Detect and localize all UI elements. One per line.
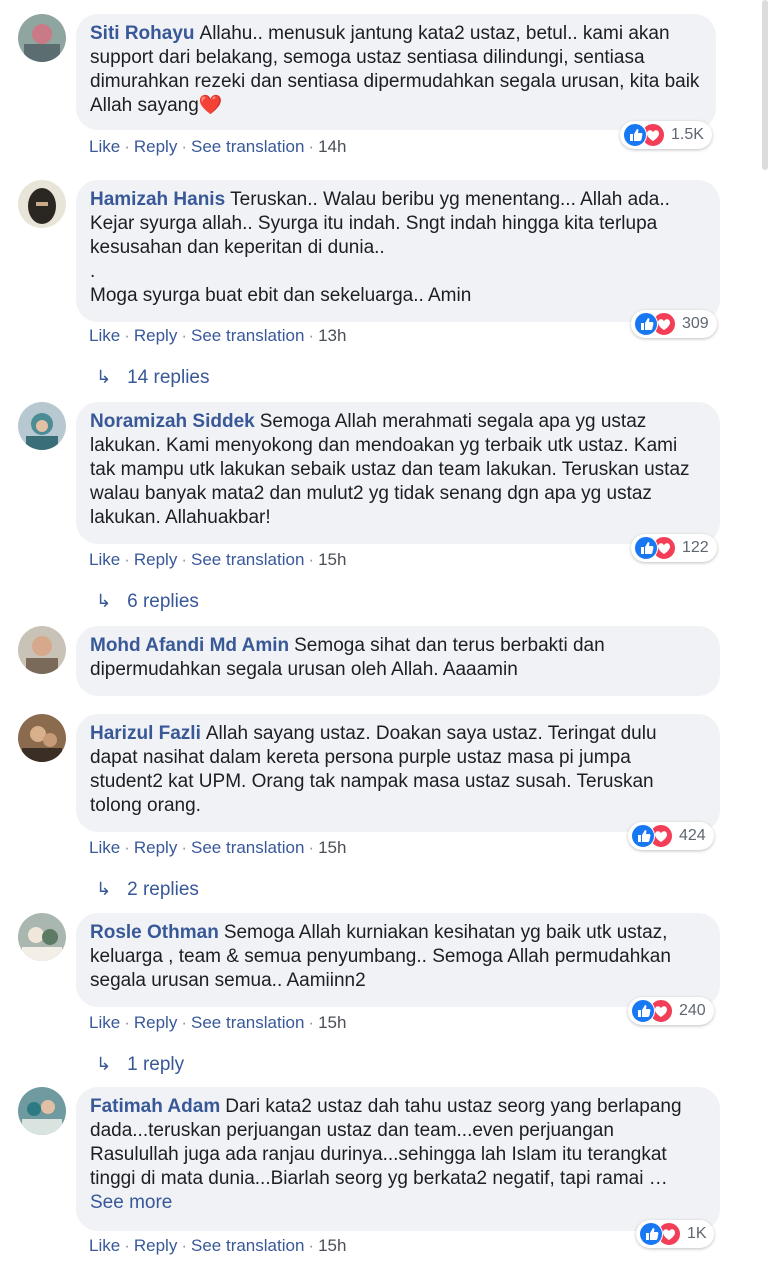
avatar[interactable] <box>18 626 66 674</box>
page-scrollbar[interactable] <box>762 0 768 170</box>
reaction-summary[interactable]: 240 <box>628 997 714 1025</box>
comment-bubble: Siti Rohayu Allahu.. menusuk jantung kata… <box>76 14 716 130</box>
replies-count: 1 reply <box>127 1054 185 1075</box>
replies-count: 2 replies <box>127 879 199 900</box>
replies-count: 6 replies <box>127 591 199 612</box>
comment-author[interactable]: Fatimah Adam <box>90 1096 220 1117</box>
comment-author[interactable]: Siti Rohayu <box>90 23 195 44</box>
see-translation-link[interactable]: See translation <box>191 1013 304 1032</box>
view-replies-link[interactable]: ↳ 1 reply <box>96 1054 184 1076</box>
reply-link[interactable]: Reply <box>134 137 177 156</box>
reaction-summary[interactable]: 1K <box>636 1220 714 1248</box>
reaction-summary[interactable]: 1.5K <box>620 121 712 149</box>
comment-timestamp[interactable]: 13h <box>318 326 346 345</box>
comment-actions: Like · Reply · See translation · 15h <box>89 1236 347 1255</box>
avatar[interactable] <box>18 1087 66 1135</box>
reaction-count: 122 <box>682 539 709 556</box>
reply-link[interactable]: Reply <box>134 1236 177 1255</box>
reply-link[interactable]: Reply <box>134 838 177 857</box>
comment-author[interactable]: Mohd Afandi Md Amin <box>90 635 289 656</box>
comment-timestamp[interactable]: 15h <box>318 1236 346 1255</box>
like-reaction-icon <box>639 1222 663 1246</box>
reaction-count: 1.5K <box>671 126 704 143</box>
reply-arrow-icon: ↳ <box>96 591 112 611</box>
see-translation-link[interactable]: See translation <box>191 550 304 569</box>
comment-actions: Like · Reply · See translation · 15h <box>89 1013 347 1032</box>
like-reaction-icon <box>634 536 658 560</box>
reaction-count: 424 <box>679 827 706 844</box>
reaction-count: 309 <box>682 315 709 332</box>
avatar[interactable] <box>18 714 66 762</box>
view-replies-link[interactable]: ↳ 14 replies <box>96 367 209 389</box>
reply-link[interactable]: Reply <box>134 1013 177 1032</box>
see-more-link[interactable]: See more <box>90 1191 706 1215</box>
comment-bubble: Rosle Othman Semoga Allah kurniakan kesih… <box>76 913 720 1007</box>
avatar[interactable] <box>18 14 66 62</box>
comment-author[interactable]: Hamizah Hanis <box>90 189 225 210</box>
like-link[interactable]: Like <box>89 1013 120 1032</box>
reply-arrow-icon: ↳ <box>96 879 112 899</box>
comment-actions: Like · Reply · See translation · 13h <box>89 326 347 345</box>
reaction-summary[interactable]: 309 <box>631 310 717 338</box>
see-translation-link[interactable]: See translation <box>191 1236 304 1255</box>
view-replies-link[interactable]: ↳ 6 replies <box>96 591 199 613</box>
see-translation-link[interactable]: See translation <box>191 838 304 857</box>
see-translation-link[interactable]: See translation <box>191 326 304 345</box>
comment-author[interactable]: Noramizah Siddek <box>90 411 255 432</box>
comment-author[interactable]: Rosle Othman <box>90 922 219 943</box>
reaction-summary[interactable]: 122 <box>631 534 717 562</box>
reply-arrow-icon: ↳ <box>96 1054 112 1074</box>
like-link[interactable]: Like <box>89 326 120 345</box>
comment-actions: Like · Reply · See translation · 14h <box>89 137 347 156</box>
like-reaction-icon <box>631 999 655 1023</box>
comment-timestamp[interactable]: 15h <box>318 1013 346 1032</box>
like-reaction-icon <box>634 312 658 336</box>
reaction-summary[interactable]: 424 <box>628 822 714 850</box>
comment-bubble: Hamizah Hanis Teruskan.. Walau beribu yg … <box>76 180 720 322</box>
like-link[interactable]: Like <box>89 137 120 156</box>
reply-link[interactable]: Reply <box>134 550 177 569</box>
see-translation-link[interactable]: See translation <box>191 137 304 156</box>
avatar[interactable] <box>18 402 66 450</box>
avatar[interactable] <box>18 913 66 961</box>
like-reaction-icon <box>623 123 647 147</box>
like-link[interactable]: Like <box>89 838 120 857</box>
comment-timestamp[interactable]: 15h <box>318 838 346 857</box>
like-reaction-icon <box>631 824 655 848</box>
comment-bubble: Fatimah Adam Dari kata2 ustaz dah tahu us… <box>76 1087 720 1231</box>
reaction-count: 1K <box>687 1225 707 1242</box>
comment-bubble: Mohd Afandi Md Amin Semoga sihat dan teru… <box>76 626 720 696</box>
comment-timestamp[interactable]: 15h <box>318 550 346 569</box>
comment-actions: Like · Reply · See translation · 15h <box>89 838 347 857</box>
like-link[interactable]: Like <box>89 1236 120 1255</box>
reply-arrow-icon: ↳ <box>96 367 112 387</box>
replies-count: 14 replies <box>127 367 210 388</box>
comment-bubble: Noramizah Siddek Semoga Allah merahmati s… <box>76 402 720 544</box>
reply-link[interactable]: Reply <box>134 326 177 345</box>
comment-actions: Like · Reply · See translation · 15h <box>89 550 347 569</box>
comment-author[interactable]: Harizul Fazli <box>90 723 201 744</box>
comment-timestamp[interactable]: 14h <box>318 137 346 156</box>
avatar[interactable] <box>18 180 66 228</box>
like-link[interactable]: Like <box>89 550 120 569</box>
comment-bubble: Harizul Fazli Allah sayang ustaz. Doakan … <box>76 714 720 832</box>
view-replies-link[interactable]: ↳ 2 replies <box>96 879 199 901</box>
reaction-count: 240 <box>679 1002 706 1019</box>
